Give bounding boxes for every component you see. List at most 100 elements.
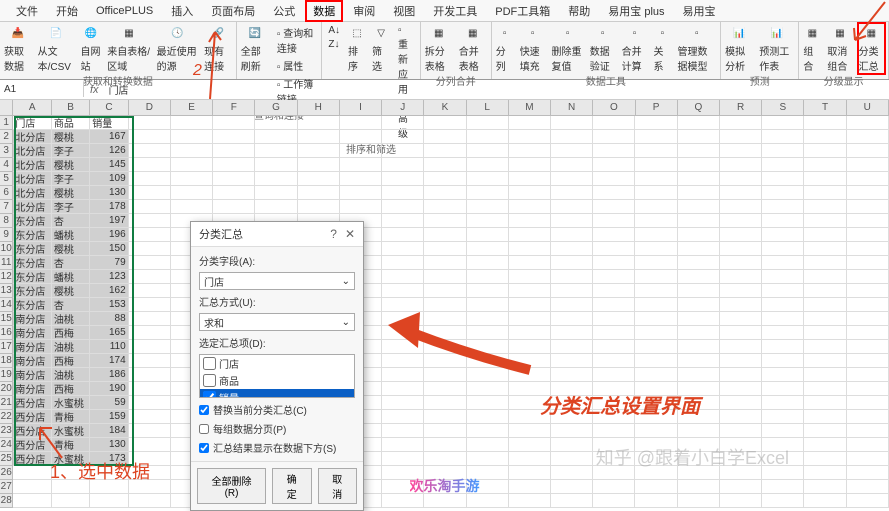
menu-item-12[interactable]: 易用宝 plus — [600, 0, 672, 22]
cell[interactable]: 130 — [90, 438, 128, 452]
cell[interactable] — [551, 354, 593, 368]
cell[interactable]: 油桃 — [52, 312, 90, 326]
row-header[interactable]: 12 — [0, 270, 13, 284]
cell[interactable] — [424, 438, 466, 452]
cell[interactable] — [382, 158, 424, 172]
cell[interactable] — [298, 130, 340, 144]
cell[interactable] — [804, 424, 846, 438]
cell[interactable] — [382, 214, 424, 228]
cell[interactable] — [551, 438, 593, 452]
cell[interactable] — [129, 158, 171, 172]
cell[interactable] — [213, 158, 255, 172]
menu-item-6[interactable]: 数据 — [305, 0, 343, 22]
list-item[interactable]: 门店 — [200, 355, 354, 372]
cell[interactable] — [847, 116, 889, 130]
row-header[interactable]: 10 — [0, 242, 13, 256]
cell[interactable] — [551, 312, 593, 326]
row-header[interactable]: 27 — [0, 480, 13, 494]
cell[interactable] — [847, 340, 889, 354]
cell[interactable] — [847, 368, 889, 382]
cell[interactable]: 153 — [90, 298, 128, 312]
cell[interactable] — [509, 480, 551, 494]
cell[interactable] — [678, 242, 720, 256]
cell[interactable] — [551, 270, 593, 284]
cell[interactable] — [129, 326, 171, 340]
cell[interactable] — [213, 144, 255, 158]
cell[interactable] — [847, 410, 889, 424]
checkbox[interactable] — [199, 405, 209, 415]
cell[interactable]: 150 — [90, 242, 128, 256]
cell[interactable] — [424, 242, 466, 256]
cell[interactable] — [509, 494, 551, 508]
cell[interactable] — [509, 172, 551, 186]
row-header[interactable]: 4 — [0, 158, 13, 172]
cell[interactable] — [847, 256, 889, 270]
col-header[interactable]: O — [593, 100, 635, 116]
cell[interactable]: 西梅 — [52, 382, 90, 396]
menu-item-9[interactable]: 开发工具 — [425, 0, 485, 22]
cell[interactable] — [762, 340, 804, 354]
cell[interactable] — [847, 144, 889, 158]
cell[interactable]: 174 — [90, 354, 128, 368]
cell[interactable] — [129, 354, 171, 368]
cell[interactable] — [509, 200, 551, 214]
cell[interactable] — [382, 284, 424, 298]
cell[interactable] — [171, 144, 213, 158]
cell[interactable] — [551, 326, 593, 340]
cell[interactable] — [804, 130, 846, 144]
cell[interactable] — [804, 410, 846, 424]
cell[interactable] — [255, 200, 297, 214]
cell[interactable] — [762, 116, 804, 130]
row-header[interactable]: 18 — [0, 354, 13, 368]
cell[interactable] — [424, 452, 466, 466]
cell[interactable] — [424, 256, 466, 270]
cell[interactable] — [509, 214, 551, 228]
cell[interactable]: 东分店 — [13, 228, 51, 242]
cell[interactable] — [635, 270, 677, 284]
cell[interactable] — [762, 130, 804, 144]
cell[interactable] — [52, 494, 90, 508]
cell[interactable] — [635, 480, 677, 494]
cell[interactable] — [804, 158, 846, 172]
cell[interactable] — [635, 200, 677, 214]
cell[interactable]: 东分店 — [13, 298, 51, 312]
cell[interactable] — [129, 172, 171, 186]
row-header[interactable]: 11 — [0, 256, 13, 270]
cell[interactable]: 145 — [90, 158, 128, 172]
cell[interactable] — [847, 270, 889, 284]
cell[interactable] — [804, 172, 846, 186]
col-header[interactable]: R — [720, 100, 762, 116]
cell[interactable] — [635, 368, 677, 382]
cell[interactable] — [678, 256, 720, 270]
cell[interactable] — [509, 158, 551, 172]
cell[interactable] — [467, 396, 509, 410]
cell[interactable] — [762, 368, 804, 382]
cell[interactable] — [804, 354, 846, 368]
cell[interactable] — [551, 144, 593, 158]
cell[interactable] — [424, 172, 466, 186]
cell[interactable] — [13, 466, 51, 480]
cell[interactable] — [720, 424, 762, 438]
row-header[interactable]: 24 — [0, 438, 13, 452]
cell[interactable] — [762, 326, 804, 340]
row-header[interactable]: 16 — [0, 326, 13, 340]
cell[interactable] — [720, 480, 762, 494]
cell[interactable] — [298, 200, 340, 214]
row-header[interactable]: 26 — [0, 466, 13, 480]
cell[interactable] — [593, 186, 635, 200]
cell[interactable] — [804, 452, 846, 466]
cell[interactable] — [424, 214, 466, 228]
cell[interactable] — [678, 284, 720, 298]
cell[interactable] — [382, 270, 424, 284]
cell[interactable]: 樱桃 — [52, 186, 90, 200]
ribbon-button[interactable]: 📊预测工作表 — [759, 24, 794, 73]
list-item[interactable]: 商品 — [200, 372, 354, 389]
cell[interactable] — [90, 494, 128, 508]
filter-button[interactable]: ▽筛选 — [372, 24, 390, 73]
cell[interactable] — [635, 242, 677, 256]
cell[interactable]: 88 — [90, 312, 128, 326]
ribbon-button[interactable]: ▫删除重复值 — [552, 24, 584, 73]
cell[interactable] — [424, 284, 466, 298]
select-all-corner[interactable] — [0, 100, 13, 116]
cell[interactable] — [678, 214, 720, 228]
